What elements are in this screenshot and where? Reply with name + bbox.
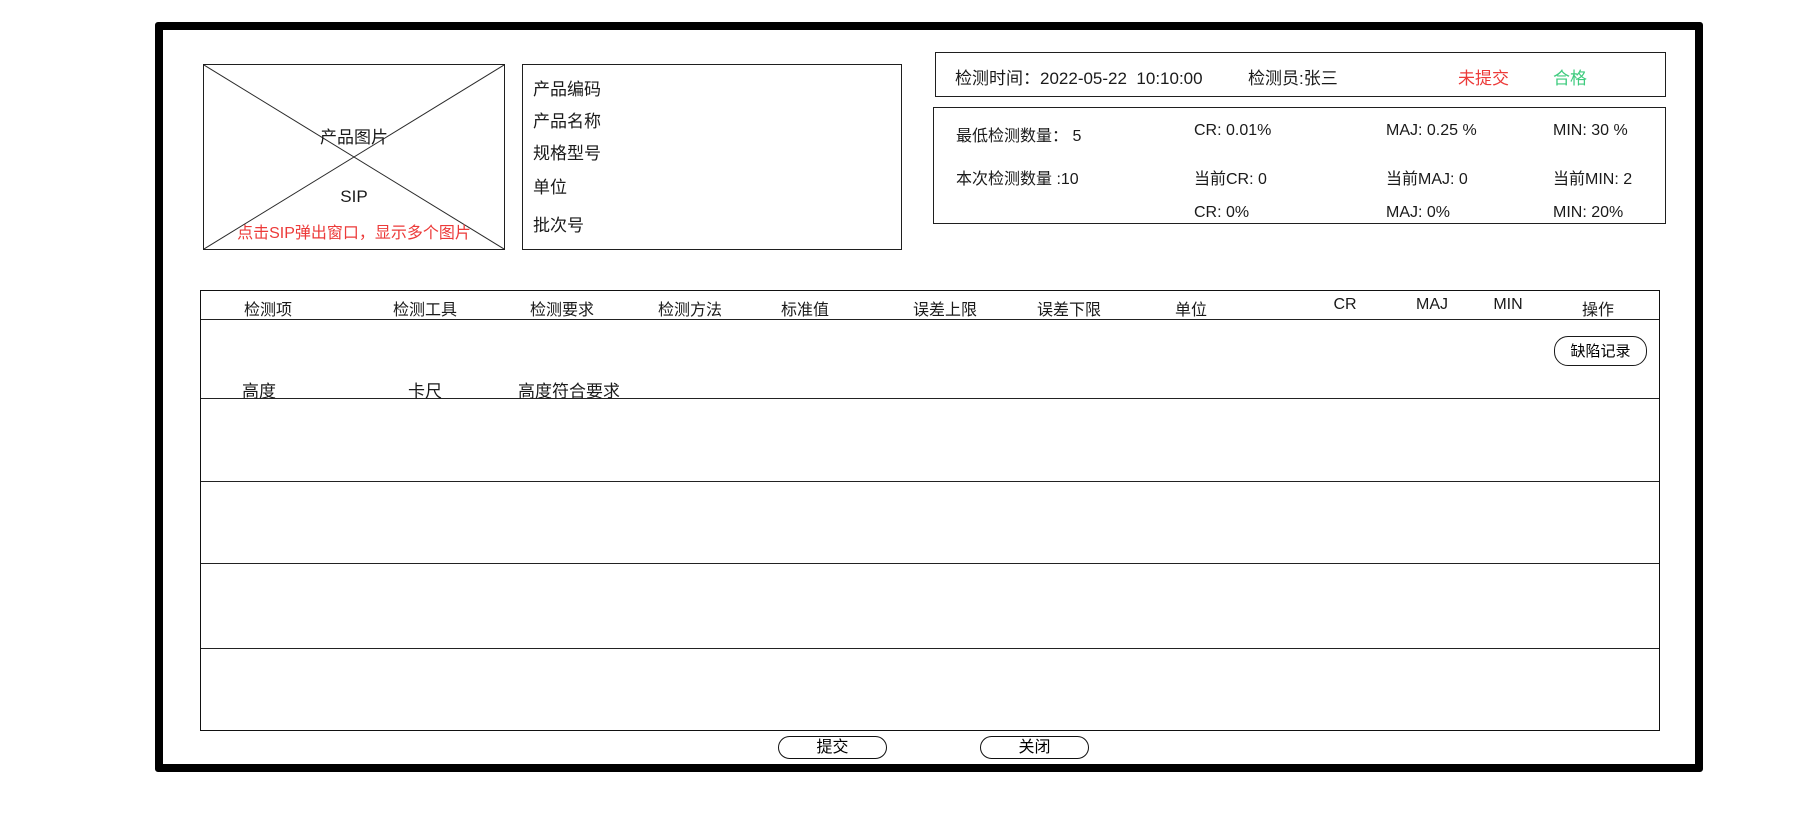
close-button[interactable]: 关闭 — [980, 736, 1089, 759]
product-info-panel: 产品编码 产品名称 规格型号 单位 批次号 — [522, 64, 902, 250]
col-header-requirement: 检测要求 — [530, 296, 594, 320]
col-header-unit: 单位 — [1175, 296, 1207, 320]
stat-current-min: 当前MIN: 2 — [1553, 165, 1632, 189]
field-label-product-code: 产品编码 — [533, 75, 601, 100]
stat-maj-limit: MAJ: 0.25 % — [1386, 122, 1477, 140]
col-header-action: 操作 — [1582, 296, 1614, 320]
col-header-maj: MAJ — [1416, 296, 1448, 314]
table-row — [201, 563, 1659, 648]
table-row — [201, 481, 1659, 563]
inspection-stats-panel: 最低检测数量： 5 CR: 0.01% MAJ: 0.25 % MIN: 30 … — [933, 107, 1666, 224]
defect-record-button[interactable]: 缺陷记录 — [1554, 336, 1647, 366]
inspection-header-panel: 检测时间：2022-05-22 10:10:00 检测员:张三 未提交 合格 — [935, 52, 1666, 97]
inspection-window: 产品图片 SIP 点击SIP弹出窗口，显示多个图片 产品编码 产品名称 规格型号… — [0, 0, 1819, 833]
submit-status-badge: 未提交 — [1458, 64, 1509, 89]
stat-min-limit: MIN: 30 % — [1553, 122, 1628, 140]
inspector-name: 检测员:张三 — [1248, 64, 1338, 89]
inspection-items-table: 检测项 检测工具 检测要求 检测方法 标准值 误差上限 误差下限 单位 CR M… — [200, 290, 1660, 731]
col-header-item: 检测项 — [244, 296, 292, 320]
inspection-datetime: 检测时间：2022-05-22 10:10:00 — [955, 64, 1203, 89]
stat-current-maj: 当前MAJ: 0 — [1386, 165, 1468, 189]
sip-hint-text: 点击SIP弹出窗口，显示多个图片 — [237, 219, 471, 243]
field-label-product-name: 产品名称 — [533, 107, 601, 132]
product-image-label: 产品图片 — [320, 123, 388, 148]
stat-maj-rate: MAJ: 0% — [1386, 204, 1450, 222]
col-header-standard: 标准值 — [781, 296, 829, 320]
result-status-badge: 合格 — [1553, 64, 1587, 89]
field-label-unit: 单位 — [533, 173, 567, 198]
col-header-method: 检测方法 — [658, 296, 722, 320]
field-label-spec-model: 规格型号 — [533, 139, 601, 164]
field-label-batch-number: 批次号 — [533, 211, 584, 236]
sip-link[interactable]: SIP — [340, 187, 367, 207]
col-header-tool: 检测工具 — [393, 296, 457, 320]
col-header-lower-limit: 误差下限 — [1037, 296, 1101, 320]
col-header-cr: CR — [1333, 296, 1356, 314]
table-row — [201, 648, 1659, 732]
col-header-upper-limit: 误差上限 — [913, 296, 977, 320]
stat-current-inspect-qty: 本次检测数量 :10 — [956, 165, 1079, 189]
table-row: 高度 卡尺 高度符合要求 — [201, 319, 1659, 398]
stat-current-cr: 当前CR: 0 — [1194, 165, 1267, 189]
stat-min-rate: MIN: 20% — [1553, 204, 1623, 222]
stat-min-inspect-qty: 最低检测数量： 5 — [956, 122, 1081, 146]
table-row — [201, 398, 1659, 481]
col-header-min: MIN — [1493, 296, 1522, 314]
product-image-placeholder: 产品图片 SIP 点击SIP弹出窗口，显示多个图片 — [203, 64, 505, 250]
submit-button[interactable]: 提交 — [778, 736, 887, 759]
stat-cr-rate: CR: 0% — [1194, 204, 1249, 222]
stat-cr-limit: CR: 0.01% — [1194, 122, 1271, 140]
